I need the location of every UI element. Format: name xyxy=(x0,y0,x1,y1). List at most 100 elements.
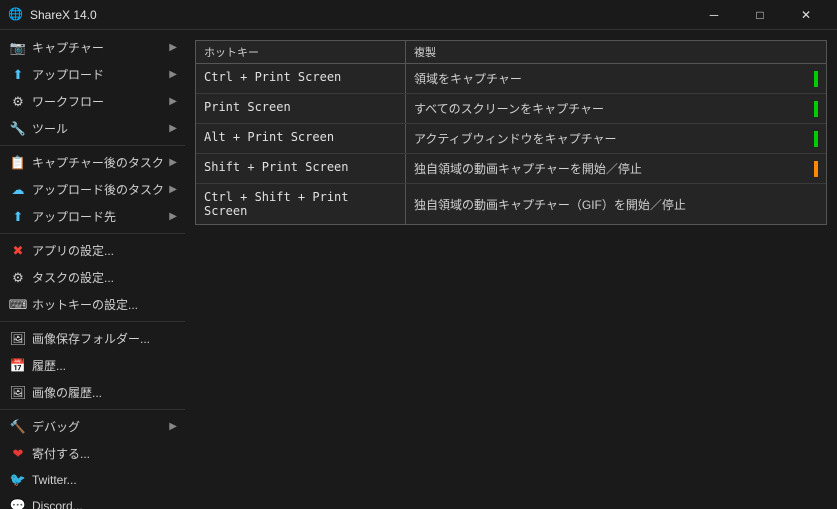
hotkey-action: アクティブウィンドウをキャプチャー xyxy=(406,124,826,153)
upload-icon: ⬆ xyxy=(10,67,26,83)
donate-icon: ❤ xyxy=(10,446,26,462)
chevron-right-icon: ▶ xyxy=(169,96,177,107)
sidebar: 📷 キャプチャー ▶ ⬆ アップロード ▶ ⚙ ワークフロー ▶ 🔧 ツール ▶… xyxy=(0,30,185,509)
chevron-right-icon: ▶ xyxy=(169,157,177,168)
col-header-hotkey: ホットキー xyxy=(196,41,406,63)
sidebar-label-capture: キャプチャー xyxy=(32,39,104,56)
divider-3 xyxy=(0,321,185,322)
window-controls: ─ □ ✕ xyxy=(691,0,829,30)
tools-icon: 🔧 xyxy=(10,121,26,137)
sidebar-item-image-history[interactable]: 🖼 画像の履歴... xyxy=(0,379,185,406)
app-title: ShareX 14.0 xyxy=(30,8,691,22)
main-layout: 📷 キャプチャー ▶ ⬆ アップロード ▶ ⚙ ワークフロー ▶ 🔧 ツール ▶… xyxy=(0,30,837,509)
sidebar-label-after-upload: アップロード後のタスク xyxy=(32,181,164,198)
hotkey-table: ホットキー 複製 Ctrl + Print Screen 領域をキャプチャー P… xyxy=(195,40,827,225)
sidebar-item-debug[interactable]: 🔨 デバッグ ▶ xyxy=(0,413,185,440)
debug-icon: 🔨 xyxy=(10,419,26,435)
capture-icon: 📷 xyxy=(10,40,26,56)
app-settings-icon: ✖ xyxy=(10,243,26,259)
chevron-right-icon: ▶ xyxy=(169,421,177,432)
sidebar-item-after-capture[interactable]: 📋 キャプチャー後のタスク ▶ xyxy=(0,149,185,176)
after-upload-icon: ☁ xyxy=(10,182,26,198)
sidebar-label-twitter: Twitter... xyxy=(32,473,77,487)
hotkey-action: すべてのスクリーンをキャプチャー xyxy=(406,94,826,123)
chevron-right-icon: ▶ xyxy=(169,184,177,195)
table-row[interactable]: Ctrl + Print Screen 領域をキャプチャー xyxy=(196,64,826,94)
app-icon: 🌐 xyxy=(8,7,24,23)
sidebar-item-workflow[interactable]: ⚙ ワークフロー ▶ xyxy=(0,88,185,115)
sidebar-label-workflow: ワークフロー xyxy=(32,93,104,110)
sidebar-label-tools: ツール xyxy=(32,120,68,137)
content-area: ホットキー 複製 Ctrl + Print Screen 領域をキャプチャー P… xyxy=(185,30,837,509)
chevron-right-icon: ▶ xyxy=(169,42,177,53)
table-row[interactable]: Print Screen すべてのスクリーンをキャプチャー xyxy=(196,94,826,124)
sidebar-item-task-settings[interactable]: ⚙ タスクの設定... xyxy=(0,264,185,291)
history-icon: 📅 xyxy=(10,358,26,374)
sidebar-item-app-settings[interactable]: ✖ アプリの設定... xyxy=(0,237,185,264)
maximize-button[interactable]: □ xyxy=(737,0,783,30)
hotkey-action-label: 領域をキャプチャー xyxy=(414,70,522,87)
sidebar-label-app-settings: アプリの設定... xyxy=(32,242,114,259)
sidebar-label-image-folder: 画像保存フォルダー... xyxy=(32,330,150,347)
table-row[interactable]: Alt + Print Screen アクティブウィンドウをキャプチャー xyxy=(196,124,826,154)
sidebar-label-hotkey-settings: ホットキーの設定... xyxy=(32,296,138,313)
divider-1 xyxy=(0,145,185,146)
table-row[interactable]: Shift + Print Screen 独自領域の動画キャプチャーを開始／停止 xyxy=(196,154,826,184)
sidebar-item-hotkey-settings[interactable]: ⌨ ホットキーの設定... xyxy=(0,291,185,318)
sidebar-item-capture[interactable]: 📷 キャプチャー ▶ xyxy=(0,34,185,61)
divider-2 xyxy=(0,233,185,234)
status-indicator xyxy=(814,71,818,87)
sidebar-label-after-capture: キャプチャー後のタスク xyxy=(32,154,164,171)
sidebar-label-task-settings: タスクの設定... xyxy=(32,269,114,286)
hotkey-action-label: 独自領域の動画キャプチャーを開始／停止 xyxy=(414,160,642,177)
sidebar-item-tools[interactable]: 🔧 ツール ▶ xyxy=(0,115,185,142)
hotkey-settings-icon: ⌨ xyxy=(10,297,26,313)
hotkey-action: 独自領域の動画キャプチャー（GIF）を開始／停止 xyxy=(406,184,826,224)
col-header-copy: 複製 xyxy=(406,41,826,63)
sidebar-label-debug: デバッグ xyxy=(32,418,80,435)
sidebar-label-destinations: アップロード先 xyxy=(32,208,116,225)
sidebar-item-destinations[interactable]: ⬆ アップロード先 ▶ xyxy=(0,203,185,230)
destinations-icon: ⬆ xyxy=(10,209,26,225)
sidebar-label-image-history: 画像の履歴... xyxy=(32,384,102,401)
discord-icon: 💬 xyxy=(10,498,26,509)
chevron-right-icon: ▶ xyxy=(169,211,177,222)
sidebar-item-donate[interactable]: ❤ 寄付する... xyxy=(0,440,185,467)
chevron-right-icon: ▶ xyxy=(169,69,177,80)
chevron-right-icon: ▶ xyxy=(169,123,177,134)
hotkey-action: 領域をキャプチャー xyxy=(406,64,826,93)
sidebar-label-discord: Discord... xyxy=(32,499,83,509)
sidebar-label-history: 履歴... xyxy=(32,357,66,374)
status-indicator xyxy=(814,161,818,177)
image-history-icon: 🖼 xyxy=(10,385,26,401)
close-button[interactable]: ✕ xyxy=(783,0,829,30)
hotkey-key: Print Screen xyxy=(196,94,406,123)
task-settings-icon: ⚙ xyxy=(10,270,26,286)
hotkey-key: Ctrl + Shift + Print Screen xyxy=(196,184,406,224)
sidebar-item-after-upload[interactable]: ☁ アップロード後のタスク ▶ xyxy=(0,176,185,203)
divider-4 xyxy=(0,409,185,410)
sidebar-item-discord[interactable]: 💬 Discord... xyxy=(0,493,185,509)
sidebar-item-twitter[interactable]: 🐦 Twitter... xyxy=(0,467,185,493)
hotkey-key: Shift + Print Screen xyxy=(196,154,406,183)
hotkey-action-label: すべてのスクリーンをキャプチャー xyxy=(414,100,604,117)
image-folder-icon: 🖼 xyxy=(10,331,26,347)
hotkey-action-label: 独自領域の動画キャプチャー（GIF）を開始／停止 xyxy=(414,196,686,213)
table-row[interactable]: Ctrl + Shift + Print Screen 独自領域の動画キャプチャ… xyxy=(196,184,826,224)
sidebar-item-upload[interactable]: ⬆ アップロード ▶ xyxy=(0,61,185,88)
sidebar-item-image-folder[interactable]: 🖼 画像保存フォルダー... xyxy=(0,325,185,352)
sidebar-item-history[interactable]: 📅 履歴... xyxy=(0,352,185,379)
after-capture-icon: 📋 xyxy=(10,155,26,171)
sidebar-label-upload: アップロード xyxy=(32,66,104,83)
status-indicator xyxy=(814,131,818,147)
minimize-button[interactable]: ─ xyxy=(691,0,737,30)
hotkey-key: Ctrl + Print Screen xyxy=(196,64,406,93)
twitter-icon: 🐦 xyxy=(10,472,26,488)
hotkey-action: 独自領域の動画キャプチャーを開始／停止 xyxy=(406,154,826,183)
status-indicator xyxy=(814,101,818,117)
hotkey-action-label: アクティブウィンドウをキャプチャー xyxy=(414,130,617,147)
workflow-icon: ⚙ xyxy=(10,94,26,110)
titlebar: 🌐 ShareX 14.0 ─ □ ✕ xyxy=(0,0,837,30)
sidebar-label-donate: 寄付する... xyxy=(32,445,90,462)
hotkey-table-header: ホットキー 複製 xyxy=(196,41,826,64)
